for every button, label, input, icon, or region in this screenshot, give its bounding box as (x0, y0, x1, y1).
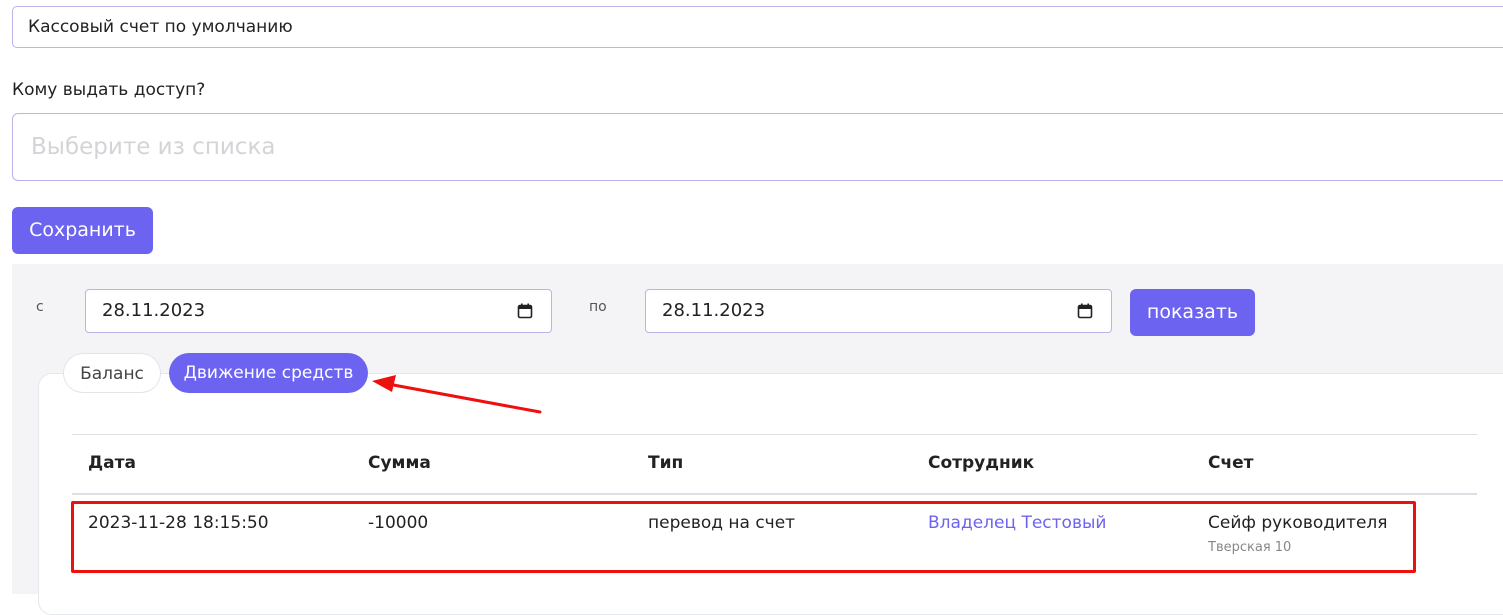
table-top-divider (72, 434, 1477, 435)
default-account-field[interactable]: Кассовый счет по умолчанию (12, 6, 1503, 48)
column-header-account: Счет (1208, 453, 1254, 473)
date-to-value: 28.11.2023 (662, 300, 766, 321)
calendar-icon[interactable] (517, 303, 533, 319)
column-header-amount: Сумма (368, 453, 431, 473)
calendar-icon[interactable] (1077, 303, 1093, 319)
column-header-date: Дата (88, 453, 136, 473)
date-to-input[interactable]: 28.11.2023 (645, 289, 1112, 333)
date-to-label: по (589, 299, 607, 315)
save-button[interactable]: Сохранить (12, 207, 153, 254)
access-select[interactable]: Выберите из списка (12, 113, 1503, 181)
date-from-input[interactable]: 28.11.2023 (85, 289, 552, 333)
access-label: Кому выдать доступ? (12, 80, 206, 100)
tab-cash-flow[interactable]: Движение средств (169, 353, 368, 393)
date-from-value: 28.11.2023 (102, 300, 206, 321)
tab-balance[interactable]: Баланс (63, 353, 161, 393)
annotation-arrow (372, 375, 542, 414)
column-header-employee: Сотрудник (928, 453, 1035, 473)
table-header-divider (72, 493, 1477, 495)
column-header-type: Тип (648, 453, 684, 473)
highlight-box (71, 501, 1416, 573)
show-button[interactable]: показать (1130, 289, 1255, 336)
date-from-label: с (36, 299, 44, 315)
